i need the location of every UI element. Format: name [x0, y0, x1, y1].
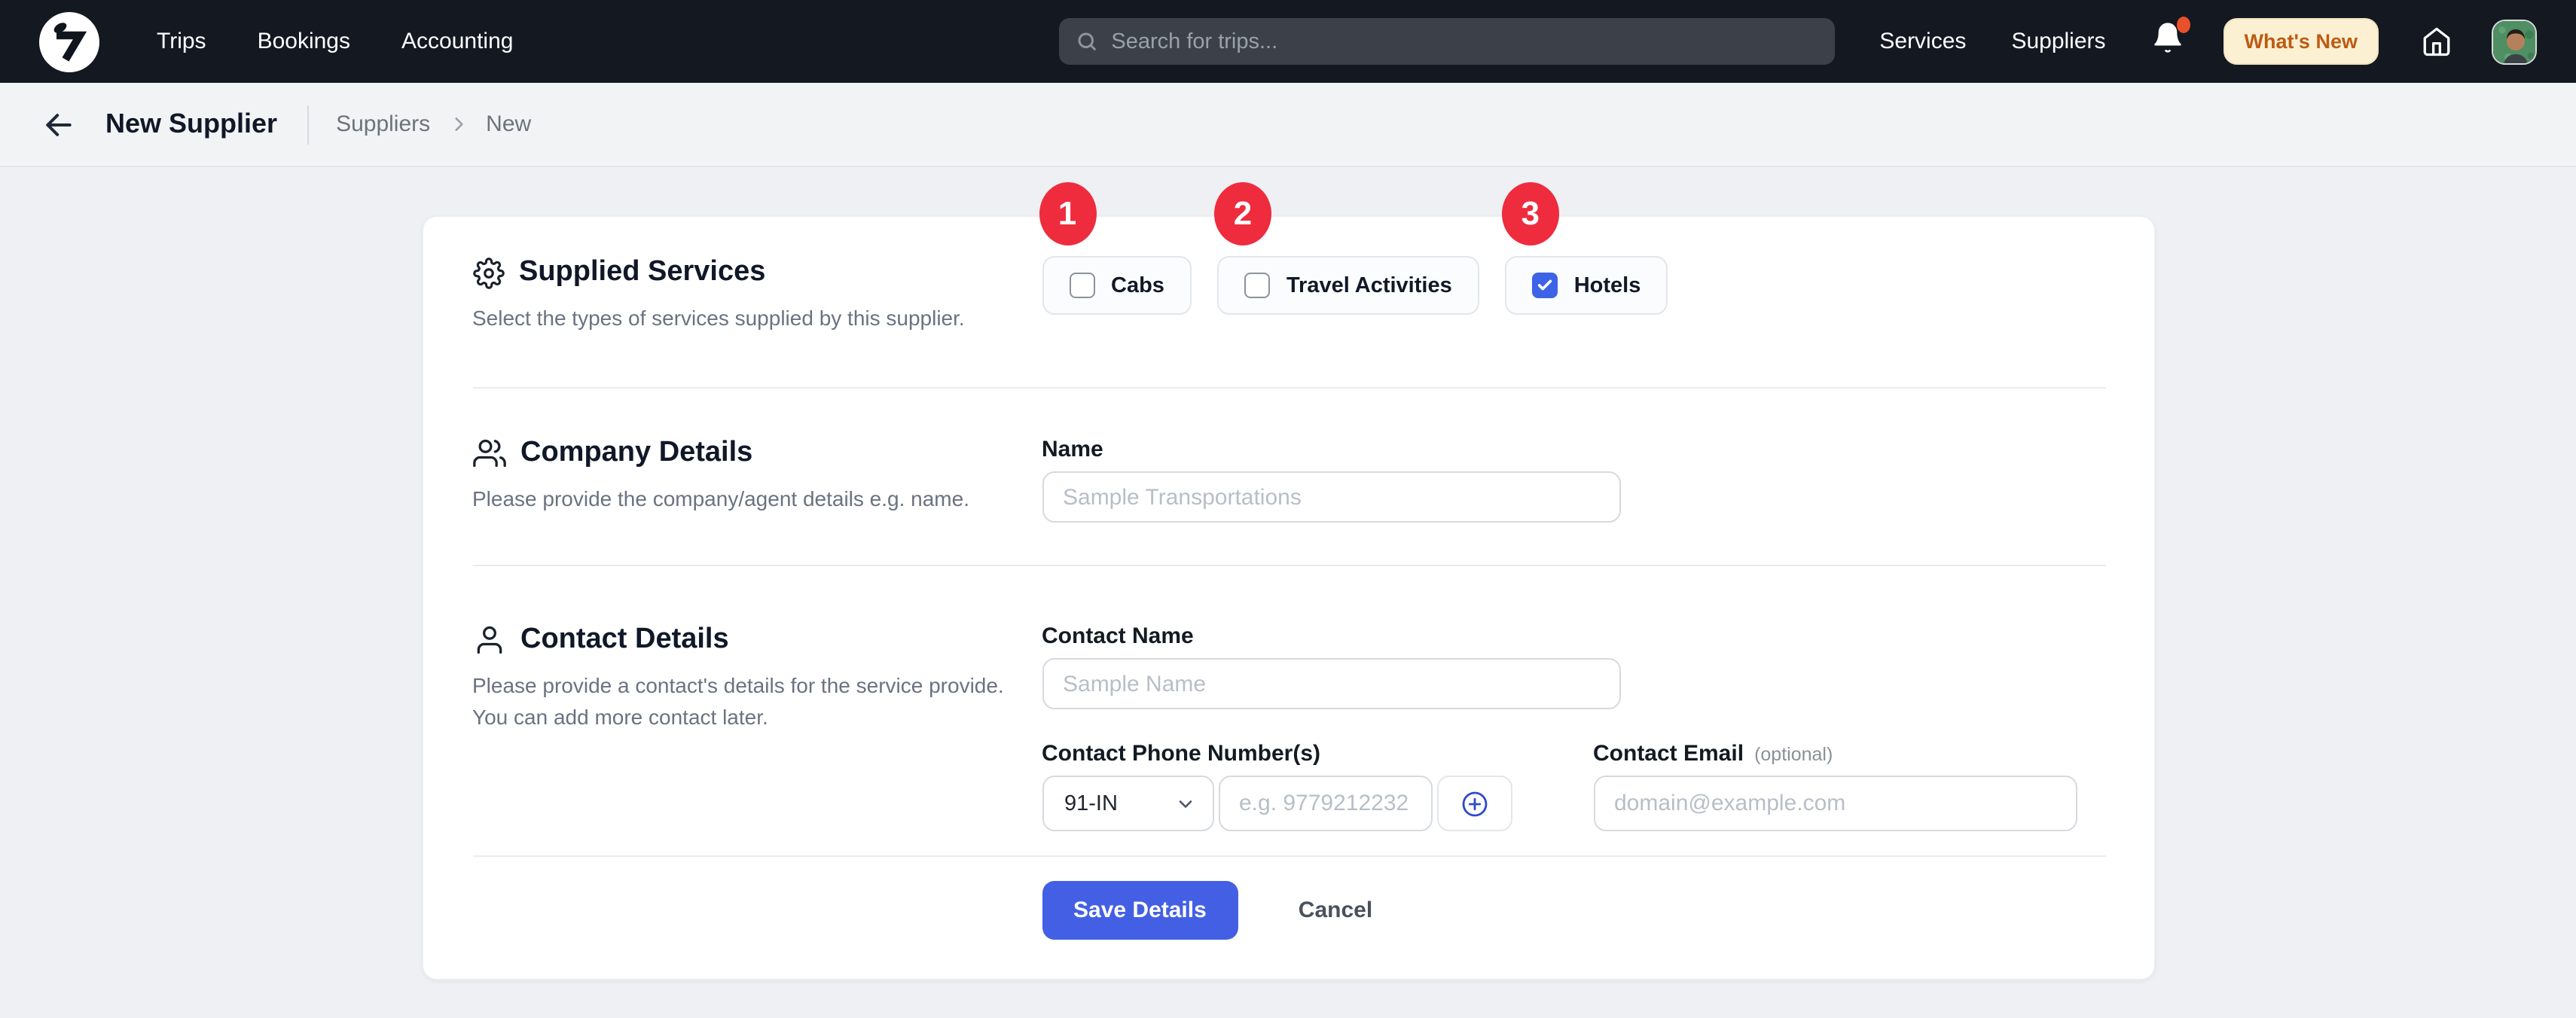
phone-number-input[interactable] — [1218, 776, 1432, 832]
gear-icon — [472, 257, 504, 288]
cabs-label: Cabs — [1111, 273, 1164, 297]
service-option-hotels[interactable]: 3 Hotels — [1505, 256, 1668, 315]
hotels-checkbox[interactable] — [1532, 273, 1558, 298]
main-content: Supplied Services Select the types of se… — [0, 167, 2576, 981]
country-code-select[interactable]: 91-IN — [1042, 776, 1213, 832]
add-phone-button[interactable] — [1436, 776, 1512, 832]
breadcrumb-new: New — [486, 111, 531, 137]
search-input[interactable] — [1111, 29, 1818, 53]
contact-name-input[interactable] — [1042, 659, 1620, 710]
breadcrumb: Suppliers New — [336, 111, 531, 137]
phone-inputs: 91-IN — [1042, 776, 1512, 832]
new-supplier-form-card: Supplied Services Select the types of se… — [421, 215, 2155, 981]
notifications-button[interactable] — [2151, 21, 2184, 62]
section-contact-details: Contact Details Please provide a contact… — [472, 567, 2105, 856]
cancel-button[interactable]: Cancel — [1299, 898, 1372, 924]
contact-email-label-text: Contact Email — [1593, 742, 1744, 767]
nav-link-trips[interactable]: Trips — [157, 29, 206, 54]
users-icon — [472, 437, 505, 471]
contact-details-subtitle: Please provide a contact's details for t… — [472, 671, 1027, 732]
save-button[interactable]: Save Details — [1042, 882, 1238, 940]
company-details-fields: Name — [1042, 437, 2105, 523]
supplied-services-subtitle: Select the types of services supplied by… — [472, 303, 1027, 334]
section-company-details: Company Details Please provide the compa… — [472, 389, 2105, 565]
whats-new-button[interactable]: What's New — [2223, 18, 2379, 65]
service-options: 1 Cabs 2 Travel Activities 3 — [1042, 256, 2105, 315]
annotation-badge-3: 3 — [1502, 182, 1559, 245]
notification-dot — [2177, 17, 2190, 33]
travel-activities-checkbox[interactable] — [1244, 273, 1270, 298]
supplied-services-title-row: Supplied Services — [472, 256, 1027, 289]
supplied-services-info: Supplied Services Select the types of se… — [472, 256, 1042, 334]
phone-field-group: Contact Phone Number(s) 91-IN — [1042, 742, 1512, 832]
annotation-badge-1: 1 — [1039, 182, 1096, 245]
plus-circle-icon — [1459, 789, 1489, 819]
hotels-label: Hotels — [1574, 273, 1641, 297]
home-button[interactable] — [2421, 26, 2452, 57]
contact-name-label: Contact Name — [1042, 624, 2105, 650]
nav-link-suppliers[interactable]: Suppliers — [2011, 29, 2105, 54]
form-actions: Save Details Cancel — [472, 858, 2105, 980]
company-details-subtitle: Please provide the company/agent details… — [472, 484, 1027, 515]
form-actions-inner: Save Details Cancel — [1042, 882, 1372, 940]
breadcrumb-suppliers[interactable]: Suppliers — [336, 111, 430, 137]
nav-link-services[interactable]: Services — [1879, 29, 1966, 54]
cabs-checkbox[interactable] — [1069, 273, 1094, 298]
user-avatar[interactable] — [2492, 19, 2537, 64]
search-icon — [1075, 30, 1097, 53]
contact-details-fields: Contact Name Contact Phone Number(s) 91-… — [1042, 624, 2105, 832]
user-icon — [472, 624, 505, 657]
service-option-cabs[interactable]: 1 Cabs — [1042, 256, 1192, 315]
name-label: Name — [1042, 437, 2105, 463]
contact-email-input[interactable] — [1593, 776, 2077, 832]
company-details-info: Company Details Please provide the compa… — [472, 437, 1042, 515]
company-details-title-row: Company Details — [472, 437, 1027, 471]
nav-link-bookings[interactable]: Bookings — [258, 29, 350, 54]
back-arrow-icon — [42, 108, 75, 141]
home-icon — [2421, 26, 2452, 57]
brand-7-icon — [39, 11, 99, 72]
optional-tag: (optional) — [1754, 745, 1833, 766]
nav-links: Trips Bookings Accounting — [157, 29, 513, 54]
header-divider — [307, 105, 309, 144]
app-root: Trips Bookings Accounting Services Suppl… — [0, 0, 2576, 1018]
country-code-value: 91-IN — [1064, 792, 1118, 816]
service-option-travel-activities[interactable]: 2 Travel Activities — [1217, 256, 1479, 315]
company-name-input[interactable] — [1042, 472, 1620, 523]
nav-link-accounting[interactable]: Accounting — [401, 29, 513, 54]
email-field-group: Contact Email (optional) — [1593, 742, 2077, 832]
supplied-services-heading: Supplied Services — [519, 256, 765, 289]
annotation-badge-2: 2 — [1214, 182, 1271, 245]
phone-email-row: Contact Phone Number(s) 91-IN — [1042, 742, 2105, 832]
chevron-down-icon — [1174, 794, 1195, 815]
phone-label: Contact Phone Number(s) — [1042, 742, 1512, 767]
company-details-heading: Company Details — [520, 437, 752, 471]
trip-search[interactable] — [1058, 18, 1834, 65]
avatar-photo — [2493, 20, 2537, 64]
breadcrumb-chevron-icon — [448, 114, 468, 134]
back-button[interactable] — [42, 108, 75, 141]
travel-activities-label: Travel Activities — [1286, 273, 1452, 297]
contact-details-info: Contact Details Please provide a contact… — [472, 624, 1042, 732]
contact-details-title-row: Contact Details — [472, 624, 1027, 657]
top-navbar: Trips Bookings Accounting Services Suppl… — [0, 0, 2576, 83]
check-icon — [1537, 277, 1553, 294]
brand-logo[interactable] — [39, 11, 99, 72]
contact-details-heading: Contact Details — [520, 624, 729, 657]
page-title: New Supplier — [105, 108, 277, 140]
navbar-right: Services Suppliers What's New — [1879, 18, 2537, 65]
page-header: New Supplier Suppliers New — [0, 83, 2576, 167]
contact-email-label: Contact Email (optional) — [1593, 742, 2077, 767]
section-supplied-services: Supplied Services Select the types of se… — [472, 217, 2105, 388]
